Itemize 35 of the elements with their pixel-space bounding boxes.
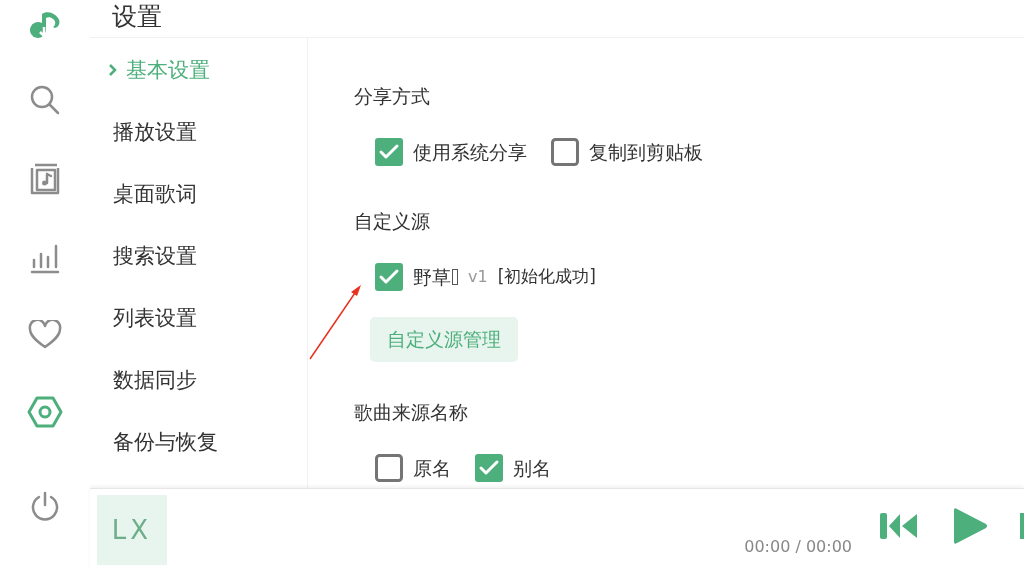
source-name: 野草 (413, 264, 451, 290)
checkbox[interactable] (375, 138, 403, 167)
music-note-icon[interactable] (29, 162, 61, 196)
missing-glyph-icon (452, 268, 458, 285)
bar-chart-icon[interactable] (29, 242, 61, 274)
checkbox[interactable] (551, 138, 579, 167)
previous-track-icon[interactable] (880, 511, 918, 541)
nav-item[interactable]: 搜索设置 (108, 238, 307, 274)
source-version: v1 (468, 265, 488, 288)
checkbox-label[interactable]: 使用系统分享 (413, 138, 527, 167)
play-icon[interactable] (952, 507, 988, 545)
section-title: 歌曲来源名称 (354, 400, 469, 425)
nav-item[interactable]: 备份与恢复 (108, 424, 307, 460)
nav-item[interactable]: 桌面歌词 (108, 176, 307, 212)
section-title: 自定义源 (354, 208, 431, 234)
search-icon[interactable] (29, 84, 61, 116)
checkbox-label[interactable]: 原名 (413, 454, 451, 483)
heart-icon[interactable] (28, 320, 62, 350)
nav-item[interactable]: 列表设置 (108, 300, 307, 336)
nav-item[interactable]: 播放设置 (108, 114, 307, 150)
checkbox[interactable] (475, 454, 503, 483)
source-status: [初始化成功] (497, 265, 596, 288)
checkbox-label[interactable]: 复制到剪贴板 (589, 138, 703, 167)
checkbox[interactable] (375, 262, 403, 291)
playback-time: 00:00 / 00:00 (744, 536, 852, 558)
chevron-icon (108, 63, 118, 77)
checkbox[interactable] (375, 454, 403, 483)
power-icon[interactable] (29, 490, 61, 522)
nav-item[interactable]: 数据同步 (108, 362, 307, 398)
section-title: 分享方式 (354, 84, 431, 109)
next-track-icon[interactable] (1020, 513, 1024, 539)
checkbox-label[interactable]: 别名 (513, 454, 551, 483)
page-title: 设置 (112, 1, 162, 33)
album-cover: LX (97, 495, 167, 565)
settings-icon[interactable] (27, 396, 63, 428)
